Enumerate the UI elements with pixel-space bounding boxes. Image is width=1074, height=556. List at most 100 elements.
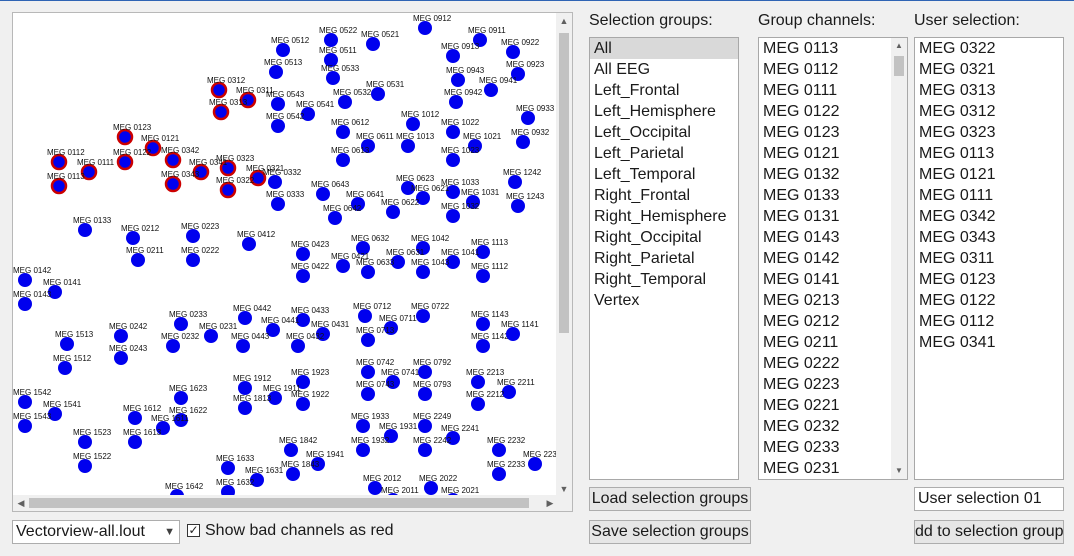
selection-group-item[interactable]: All EEG xyxy=(590,59,738,80)
sensor-dot[interactable] xyxy=(471,375,485,389)
selection-group-item[interactable]: Left_Hemisphere xyxy=(590,101,738,122)
selection-group-item[interactable]: All xyxy=(590,38,738,59)
group-channel-item[interactable]: MEG 0222 xyxy=(759,353,907,374)
selection-group-item[interactable]: Right_Frontal xyxy=(590,185,738,206)
sensor-dot[interactable] xyxy=(268,175,282,189)
user-selection-item[interactable]: MEG 0312 xyxy=(915,101,1063,122)
sensor-dot[interactable] xyxy=(336,125,350,139)
sensor-dot[interactable] xyxy=(476,317,490,331)
sensor-dot[interactable] xyxy=(328,211,342,225)
user-selection-item[interactable]: MEG 0111 xyxy=(915,185,1063,206)
selection-group-item[interactable]: Left_Temporal xyxy=(590,164,738,185)
sensor-dot[interactable] xyxy=(271,197,285,211)
sensor-dot[interactable] xyxy=(296,397,310,411)
sensor-dot[interactable] xyxy=(511,199,525,213)
group-channel-item[interactable]: MEG 0221 xyxy=(759,395,907,416)
sensor-dot[interactable] xyxy=(451,73,465,87)
sensor-dot[interactable] xyxy=(271,119,285,133)
user-selection-item[interactable]: MEG 0122 xyxy=(915,290,1063,311)
sensor-dot[interactable] xyxy=(236,339,250,353)
sensor-dot[interactable] xyxy=(356,443,370,457)
sensor-dot-bad[interactable] xyxy=(164,175,182,193)
sensor-dot[interactable] xyxy=(416,309,430,323)
plot-vertical-scrollbar[interactable]: ▲ ▼ xyxy=(556,13,572,497)
sensor-dot[interactable] xyxy=(506,327,520,341)
sensor-dot[interactable] xyxy=(356,419,370,433)
sensor-dot[interactable] xyxy=(416,265,430,279)
sensor-dot[interactable] xyxy=(506,45,520,59)
group-channel-item[interactable]: MEG 0232 xyxy=(759,416,907,437)
selection-groups-list[interactable]: All All EEG Left_Frontal Left_Hemisphere Lef… xyxy=(589,37,739,480)
scroll-up-arrow-icon[interactable]: ▲ xyxy=(556,13,572,29)
sensor-dot[interactable] xyxy=(424,481,438,495)
sensor-dot[interactable] xyxy=(508,175,522,189)
sensor-dot[interactable] xyxy=(58,361,72,375)
user-selection-item[interactable]: MEG 0313 xyxy=(915,80,1063,101)
sensor-dot[interactable] xyxy=(131,253,145,267)
sensor-dot[interactable] xyxy=(186,253,200,267)
sensor-dot[interactable] xyxy=(521,111,535,125)
sensor-dot[interactable] xyxy=(286,467,300,481)
sensor-dot[interactable] xyxy=(386,205,400,219)
sensor-dot-bad[interactable] xyxy=(210,81,228,99)
sensor-dot[interactable] xyxy=(361,265,375,279)
user-selection-item[interactable]: MEG 0123 xyxy=(915,269,1063,290)
sensor-dot-bad[interactable] xyxy=(219,181,237,199)
sensor-dot[interactable] xyxy=(358,309,372,323)
sensor-dot[interactable] xyxy=(361,387,375,401)
sensor-layout-plot[interactable]: MEG 0522 MEG 0912 MEG 0911 MEG 0521 MEG 0913… xyxy=(12,12,573,512)
sensor-dot[interactable] xyxy=(371,87,385,101)
sensor-dot-bad[interactable] xyxy=(212,103,230,121)
user-selection-item[interactable]: MEG 0112 xyxy=(915,311,1063,332)
sensor-dot[interactable] xyxy=(446,125,460,139)
sensor-dot-bad[interactable] xyxy=(50,177,68,195)
sensor-dot[interactable] xyxy=(126,231,140,245)
sensor-dot[interactable] xyxy=(204,329,218,343)
sensor-dot[interactable] xyxy=(446,209,460,223)
sensor-dot[interactable] xyxy=(276,43,290,57)
sensor-dot[interactable] xyxy=(528,457,542,471)
sensor-dot[interactable] xyxy=(406,117,420,131)
layout-select[interactable]: Vectorview-all.lout ▼ xyxy=(12,520,180,544)
sensor-dot[interactable] xyxy=(336,259,350,273)
sensor-dot[interactable] xyxy=(166,339,180,353)
sensor-dot[interactable] xyxy=(418,365,432,379)
show-bad-channels-checkbox[interactable]: ✓ xyxy=(187,524,200,537)
sensor-dot[interactable] xyxy=(492,467,506,481)
selection-group-item[interactable]: Left_Occipital xyxy=(590,122,738,143)
sensor-dot[interactable] xyxy=(221,461,235,475)
sensor-dot[interactable] xyxy=(18,419,32,433)
group-channel-item[interactable]: MEG 0211 xyxy=(759,332,907,353)
sensor-dot[interactable] xyxy=(336,153,350,167)
sensor-dot[interactable] xyxy=(271,97,285,111)
group-channel-item[interactable]: MEG 0231 xyxy=(759,458,907,479)
group-channel-item[interactable]: MEG 0131 xyxy=(759,206,907,227)
selection-group-item[interactable]: Right_Temporal xyxy=(590,269,738,290)
sensor-dot[interactable] xyxy=(18,273,32,287)
user-selection-item[interactable]: MEG 0341 xyxy=(915,332,1063,353)
user-selection-item[interactable]: MEG 0343 xyxy=(915,227,1063,248)
sensor-dot[interactable] xyxy=(418,21,432,35)
user-selection-item[interactable]: MEG 0121 xyxy=(915,164,1063,185)
sensor-dot[interactable] xyxy=(18,395,32,409)
sensor-dot[interactable] xyxy=(18,297,32,311)
selection-group-item[interactable]: Right_Occipital xyxy=(590,227,738,248)
scroll-left-arrow-icon[interactable]: ◀ xyxy=(13,495,29,511)
group-channel-item[interactable]: MEG 0213 xyxy=(759,290,907,311)
group-channel-item[interactable]: MEG 0122 xyxy=(759,101,907,122)
sensor-dot[interactable] xyxy=(128,435,142,449)
user-selection-item[interactable]: MEG 0322 xyxy=(915,38,1063,59)
sensor-dot[interactable] xyxy=(492,443,506,457)
group-channel-item[interactable]: MEG 0121 xyxy=(759,143,907,164)
sensor-dot[interactable] xyxy=(316,187,330,201)
group-channel-item[interactable]: MEG 0142 xyxy=(759,248,907,269)
sensor-dot-bad[interactable] xyxy=(164,151,182,169)
group-channel-item[interactable]: MEG 0132 xyxy=(759,164,907,185)
sensor-dot[interactable] xyxy=(60,337,74,351)
group-channel-item[interactable]: MEG 0233 xyxy=(759,437,907,458)
sensor-dot[interactable] xyxy=(296,269,310,283)
sensor-dot[interactable] xyxy=(78,459,92,473)
sensor-dot[interactable] xyxy=(186,229,200,243)
sensor-layout-canvas[interactable]: MEG 0522 MEG 0912 MEG 0911 MEG 0521 MEG 0913… xyxy=(13,13,558,497)
scroll-up-arrow-icon[interactable]: ▲ xyxy=(891,38,907,54)
